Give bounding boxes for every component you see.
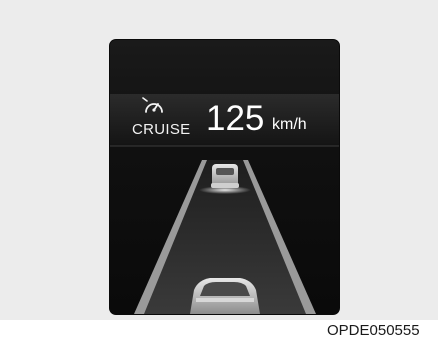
set-speed-value: 125 <box>206 99 265 138</box>
road-scene <box>110 40 339 314</box>
figure-code: OPDE050555 <box>327 322 420 339</box>
instrument-cluster-display: CRUISE 125 km/h <box>110 40 339 314</box>
speedometer-icon <box>142 97 163 113</box>
cruise-label: CRUISE <box>132 121 191 138</box>
speed-unit: km/h <box>272 116 307 133</box>
cruise-status-row: CRUISE 125 km/h <box>110 85 339 145</box>
own-vehicle-icon <box>190 278 260 314</box>
